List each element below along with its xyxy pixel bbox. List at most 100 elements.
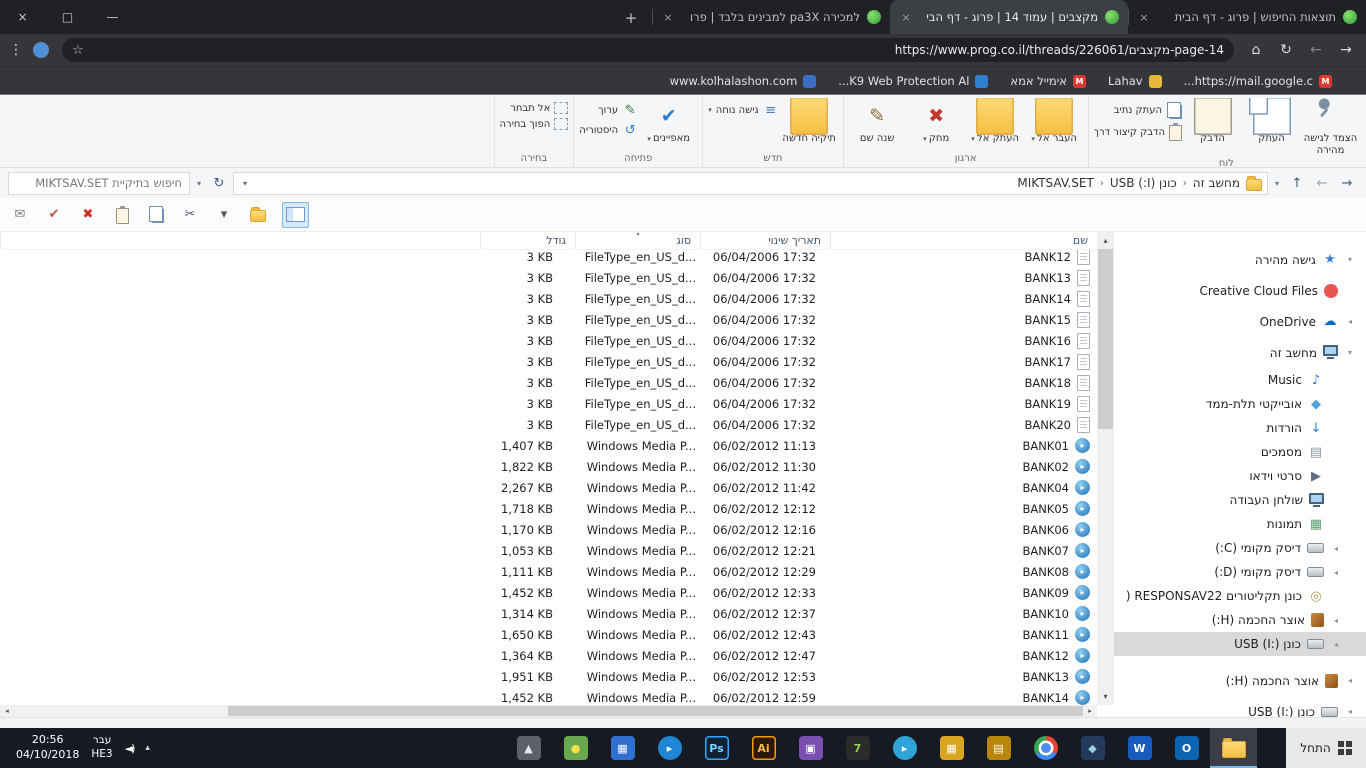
expander-icon[interactable]: ▾ xyxy=(1344,348,1356,357)
taskbar-app-icon-8[interactable]: 7 xyxy=(834,728,881,768)
sidebar-item[interactable]: ◂ אוצר החכמה (H:) xyxy=(1114,608,1366,632)
sidebar-item[interactable]: ◆ אובייקטי תלת-ממד xyxy=(1114,392,1366,416)
browser-tab[interactable]: תוצאות החיפוש | פרוג - דף הבית × xyxy=(1128,0,1366,34)
file-row[interactable]: BANK02 06/02/2012 11:30 Windows Media P...… xyxy=(0,456,1097,477)
column-header[interactable]: גודל xyxy=(480,232,575,249)
column-header[interactable]: סוג ▴ xyxy=(575,230,700,249)
bookmark-item[interactable]: Mhttps://mail.google.c... xyxy=(1184,74,1332,88)
new-folder-button[interactable] xyxy=(248,202,268,228)
sidebar-item[interactable]: ◎ כונן תקליטורים RESPONSAV22 ( xyxy=(1114,584,1366,608)
taskbar-app-icon-11[interactable]: ▤ xyxy=(975,728,1022,768)
taskbar-clock[interactable]: 20:56 04/10/2018 xyxy=(16,733,79,763)
start-button[interactable]: התחל xyxy=(1286,728,1366,768)
photoshop-icon[interactable]: Ps xyxy=(693,728,740,768)
minimize-icon[interactable]: — xyxy=(90,0,135,34)
ribbon-button[interactable]: ≡ גישה נוחה ▾ xyxy=(708,102,778,118)
sidebar-item[interactable]: ▾ ★ גישה מהירה xyxy=(1114,244,1366,275)
sidebar-item[interactable]: ▶ סרטי וידאו xyxy=(1114,464,1366,488)
sidebar-item[interactable]: ♪ Music xyxy=(1114,368,1366,392)
scroll-up-icon[interactable]: ▴ xyxy=(1097,232,1114,249)
expander-icon[interactable]: ◂ xyxy=(1330,568,1342,577)
sidebar-item[interactable]: ◂ אוצר החכמה (H:) xyxy=(1114,665,1366,696)
cut-dropdown-button[interactable]: ▾ xyxy=(214,202,234,228)
file-row[interactable]: BANK13 06/04/2006 17:32 FileType_en_US_d..… xyxy=(0,267,1097,288)
file-row[interactable]: BANK06 06/02/2012 12:16 Windows Media P...… xyxy=(0,519,1097,540)
scroll-right-icon[interactable]: ▸ xyxy=(1083,705,1097,717)
file-row[interactable]: BANK14 06/02/2012 12:59 Windows Media P...… xyxy=(0,687,1097,705)
file-row[interactable]: BANK04 06/02/2012 11:42 Windows Media P...… xyxy=(0,477,1097,498)
outlook-icon[interactable]: O xyxy=(1163,728,1210,768)
file-row[interactable]: BANK18 06/04/2006 17:32 FileType_en_US_d..… xyxy=(0,372,1097,393)
illustrator-icon[interactable]: Ai xyxy=(740,728,787,768)
forward-icon[interactable]: ← xyxy=(1302,42,1330,58)
file-row[interactable]: BANK01 06/02/2012 11:13 Windows Media P...… xyxy=(0,435,1097,456)
cancel-button[interactable]: ✖ xyxy=(78,202,98,228)
ribbon-button[interactable]: ✖ מחק ▾ xyxy=(908,98,965,152)
ribbon-button[interactable]: הדבק קיצור דרך xyxy=(1094,123,1182,141)
file-row[interactable]: BANK07 06/02/2012 12:21 Windows Media P...… xyxy=(0,540,1097,561)
explorer-back-icon[interactable]: → xyxy=(1336,176,1358,191)
sidebar-item[interactable]: ◂ כונן USB (I:) xyxy=(1114,696,1366,718)
breadcrumb-item[interactable]: כונן (I:) USB xyxy=(1105,176,1182,190)
breadcrumb-item[interactable]: MIKTSAV.SET xyxy=(1012,176,1098,190)
taskbar-app-icon-3[interactable]: ▦ xyxy=(599,728,646,768)
sidebar-item[interactable]: Creative Cloud Files xyxy=(1114,275,1366,306)
home-icon[interactable]: ⌂ xyxy=(1242,42,1270,58)
sidebar-item[interactable]: ▦ תמונות xyxy=(1114,512,1366,536)
ribbon-button[interactable]: הדבק xyxy=(1184,98,1241,157)
file-row[interactable]: BANK20 06/04/2006 17:32 FileType_en_US_d..… xyxy=(0,414,1097,435)
ribbon-button[interactable]: ✔ מאפיינים ▾ xyxy=(640,98,697,152)
ribbon-button[interactable]: הצמד לגישה מהירה xyxy=(1302,98,1359,157)
ribbon-button[interactable]: ✎ ערוך xyxy=(579,102,638,118)
column-header[interactable]: שם xyxy=(830,232,1097,249)
sidebar-item[interactable]: ▾ מחשב זה xyxy=(1114,337,1366,368)
telegram-icon[interactable]: ▸ xyxy=(881,728,928,768)
file-row[interactable]: BANK12 06/04/2006 17:32 FileType_en_US_d..… xyxy=(0,250,1097,267)
ribbon-button[interactable]: ↺ היסטוריה xyxy=(579,122,638,138)
file-row[interactable]: BANK10 06/02/2012 12:37 Windows Media P...… xyxy=(0,603,1097,624)
explorer-up-icon[interactable]: ↑ xyxy=(1286,176,1308,191)
extension-icon[interactable] xyxy=(33,42,49,58)
ribbon-button[interactable]: אל תבחר xyxy=(500,102,569,114)
back-icon[interactable]: → xyxy=(1332,42,1360,58)
speaker-icon[interactable]: ◄) xyxy=(125,742,136,755)
bookmark-item[interactable]: M אימייל אמא xyxy=(1010,74,1086,88)
tab-close-icon[interactable]: × xyxy=(899,11,913,24)
ribbon-button[interactable]: העבר אל ▾ xyxy=(1026,98,1083,152)
taskbar-app-icon-1[interactable]: ▲ xyxy=(505,728,552,768)
sidebar-item[interactable]: ◂ דיסק מקומי (C:) xyxy=(1114,536,1366,560)
file-row[interactable]: BANK14 06/04/2006 17:32 FileType_en_US_d..… xyxy=(0,288,1097,309)
explorer-search-input[interactable]: חיפוש בתיקיית MIKTSAV.SET xyxy=(8,171,190,195)
breadcrumb-item[interactable]: מחשב זה xyxy=(1188,176,1245,190)
expander-icon[interactable]: ◂ xyxy=(1344,707,1356,716)
taskbar-app-icon-4[interactable]: ▸ xyxy=(646,728,693,768)
chrome-icon[interactable] xyxy=(1022,728,1069,768)
scroll-down-icon[interactable]: ▾ xyxy=(1097,688,1114,705)
paste-button[interactable] xyxy=(112,202,132,228)
sidebar-item[interactable]: ◂ ☁ OneDrive xyxy=(1114,306,1366,337)
address-dropdown-icon[interactable]: ▾ xyxy=(193,179,205,188)
file-row[interactable]: BANK15 06/04/2006 17:32 FileType_en_US_d..… xyxy=(0,309,1097,330)
tab-close-icon[interactable]: × xyxy=(1137,11,1151,24)
ribbon-button[interactable]: תיקיה חדשה xyxy=(781,98,838,152)
address-bar[interactable]: https://www.prog.co.il/threads/226061/מק… xyxy=(62,38,1234,62)
vertical-scrollbar[interactable]: ▴ ▾ xyxy=(1097,232,1114,705)
column-header[interactable]: תאריך שינוי xyxy=(700,232,830,249)
taskbar-app-icon-10[interactable]: ▦ xyxy=(928,728,975,768)
scrollbar-thumb[interactable] xyxy=(228,706,1083,716)
close-icon[interactable]: × xyxy=(0,0,45,34)
expander-icon[interactable]: ◂ xyxy=(1344,317,1356,326)
maximize-icon[interactable]: □ xyxy=(45,0,90,34)
explorer-forward-icon[interactable]: ← xyxy=(1311,176,1333,191)
mail-button[interactable]: ✉ xyxy=(10,202,30,228)
hidden-icons-chevron[interactable]: ▴ xyxy=(145,743,150,753)
word-icon[interactable]: W xyxy=(1116,728,1163,768)
file-row[interactable]: BANK17 06/04/2006 17:32 FileType_en_US_d..… xyxy=(0,351,1097,372)
scrollbar-thumb[interactable] xyxy=(1098,249,1113,429)
sidebar-item[interactable]: ▤ מסמכים xyxy=(1114,440,1366,464)
taskbar-app-icon-7[interactable]: ▣ xyxy=(787,728,834,768)
browser-tab[interactable]: מקצבים | עמוד 14 | פרוג - דף הבי × xyxy=(890,0,1128,34)
language-indicator[interactable]: עבר HE3 xyxy=(91,734,112,761)
file-row[interactable]: BANK16 06/04/2006 17:32 FileType_en_US_d..… xyxy=(0,330,1097,351)
preview-pane-button[interactable] xyxy=(282,201,309,228)
